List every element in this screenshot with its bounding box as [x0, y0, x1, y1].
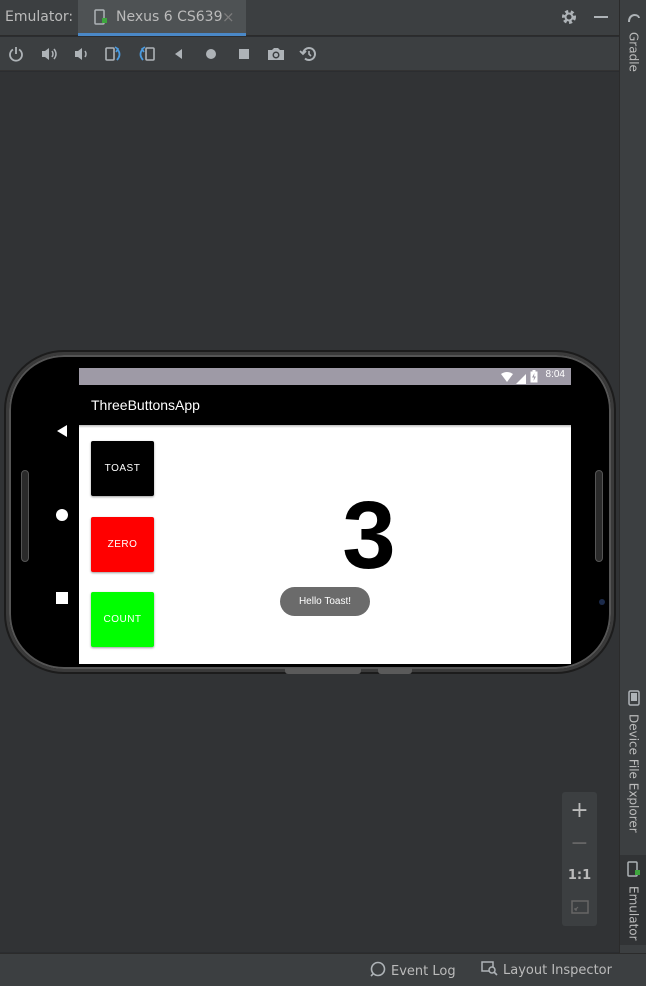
device-file-explorer-icon [627, 690, 640, 710]
power-icon[interactable] [4, 42, 28, 66]
emulator-toolbar [0, 37, 619, 71]
device-icon [94, 9, 108, 30]
layout-inspector-icon [481, 961, 498, 980]
zoom-out-button[interactable]: − [562, 828, 597, 858]
back-icon[interactable] [167, 42, 191, 66]
speaker-slot-left [21, 470, 29, 562]
app-bar-shadow [79, 425, 571, 428]
app-title: ThreeButtonsApp [91, 397, 200, 413]
tab-device-file-explorer[interactable]: Device File Explorer [620, 690, 646, 833]
tab-nexus-6[interactable]: Nexus 6 CS639 × [78, 0, 246, 36]
toast-button[interactable]: TOAST [91, 441, 154, 496]
snapshot-icon[interactable] [297, 42, 321, 66]
status-bar: Event Log Layout Inspector [0, 953, 646, 986]
nav-home-icon[interactable] [56, 509, 68, 521]
volume-up-icon[interactable] [37, 42, 61, 66]
layout-inspector-label: Layout Inspector [503, 963, 612, 978]
tab-emulator-label: Emulator [626, 886, 641, 941]
count-display: 3 [342, 482, 396, 589]
speaker-slot-right [595, 470, 603, 562]
nav-back-icon[interactable] [57, 425, 67, 437]
nav-recents-icon[interactable] [56, 592, 68, 604]
overview-icon[interactable] [232, 42, 256, 66]
rotate-right-icon[interactable] [134, 42, 158, 66]
device-frame: 8:04 ThreeButtonsApp TOAST ZERO COUNT 3 … [6, 352, 614, 672]
gradle-icon [626, 10, 642, 28]
device-power-button [378, 668, 412, 674]
camera-dot [599, 599, 605, 605]
gear-icon[interactable] [560, 8, 578, 30]
zoom-panel: + − 1:1 [562, 792, 597, 926]
zero-button[interactable]: ZERO [91, 517, 154, 572]
tab-gradle[interactable]: Gradle [620, 10, 646, 72]
app-bar: ThreeButtonsApp [79, 385, 571, 425]
device-volume-button [285, 668, 361, 674]
tab-label: Nexus 6 CS639 [116, 9, 223, 25]
emulator-icon [626, 861, 641, 882]
minimize-icon[interactable] [594, 16, 608, 18]
actual-size-button[interactable]: 1:1 [562, 860, 597, 890]
tab-device-file-explorer-label: Device File Explorer [626, 714, 641, 833]
event-log-button[interactable]: Event Log [370, 961, 456, 981]
right-tool-stripe: Gradle Device File Explorer Emulator [619, 0, 646, 953]
zoom-in-button[interactable]: + [562, 795, 597, 825]
rotate-left-icon[interactable] [102, 42, 126, 66]
device-screen: 8:04 ThreeButtonsApp TOAST ZERO COUNT 3 … [79, 368, 571, 664]
camera-icon[interactable] [264, 42, 288, 66]
status-clock: 8:04 [545, 369, 565, 380]
tab-gradle-label: Gradle [626, 32, 641, 72]
fit-screen-icon[interactable] [562, 892, 597, 922]
close-tab-icon[interactable]: × [222, 8, 235, 26]
layout-inspector-button[interactable]: Layout Inspector [481, 961, 612, 980]
count-button[interactable]: COUNT [91, 592, 154, 647]
tab-emulator[interactable]: Emulator [620, 855, 646, 945]
home-icon[interactable] [199, 42, 223, 66]
toast-message: Hello Toast! [280, 587, 370, 616]
tool-window-title: Emulator: [5, 9, 74, 25]
emulator-header: Emulator: Nexus 6 CS639 × [0, 0, 619, 36]
android-status-bar: 8:04 [79, 368, 571, 385]
volume-down-icon[interactable] [69, 42, 93, 66]
event-log-icon [370, 961, 386, 981]
event-log-label: Event Log [391, 963, 456, 979]
